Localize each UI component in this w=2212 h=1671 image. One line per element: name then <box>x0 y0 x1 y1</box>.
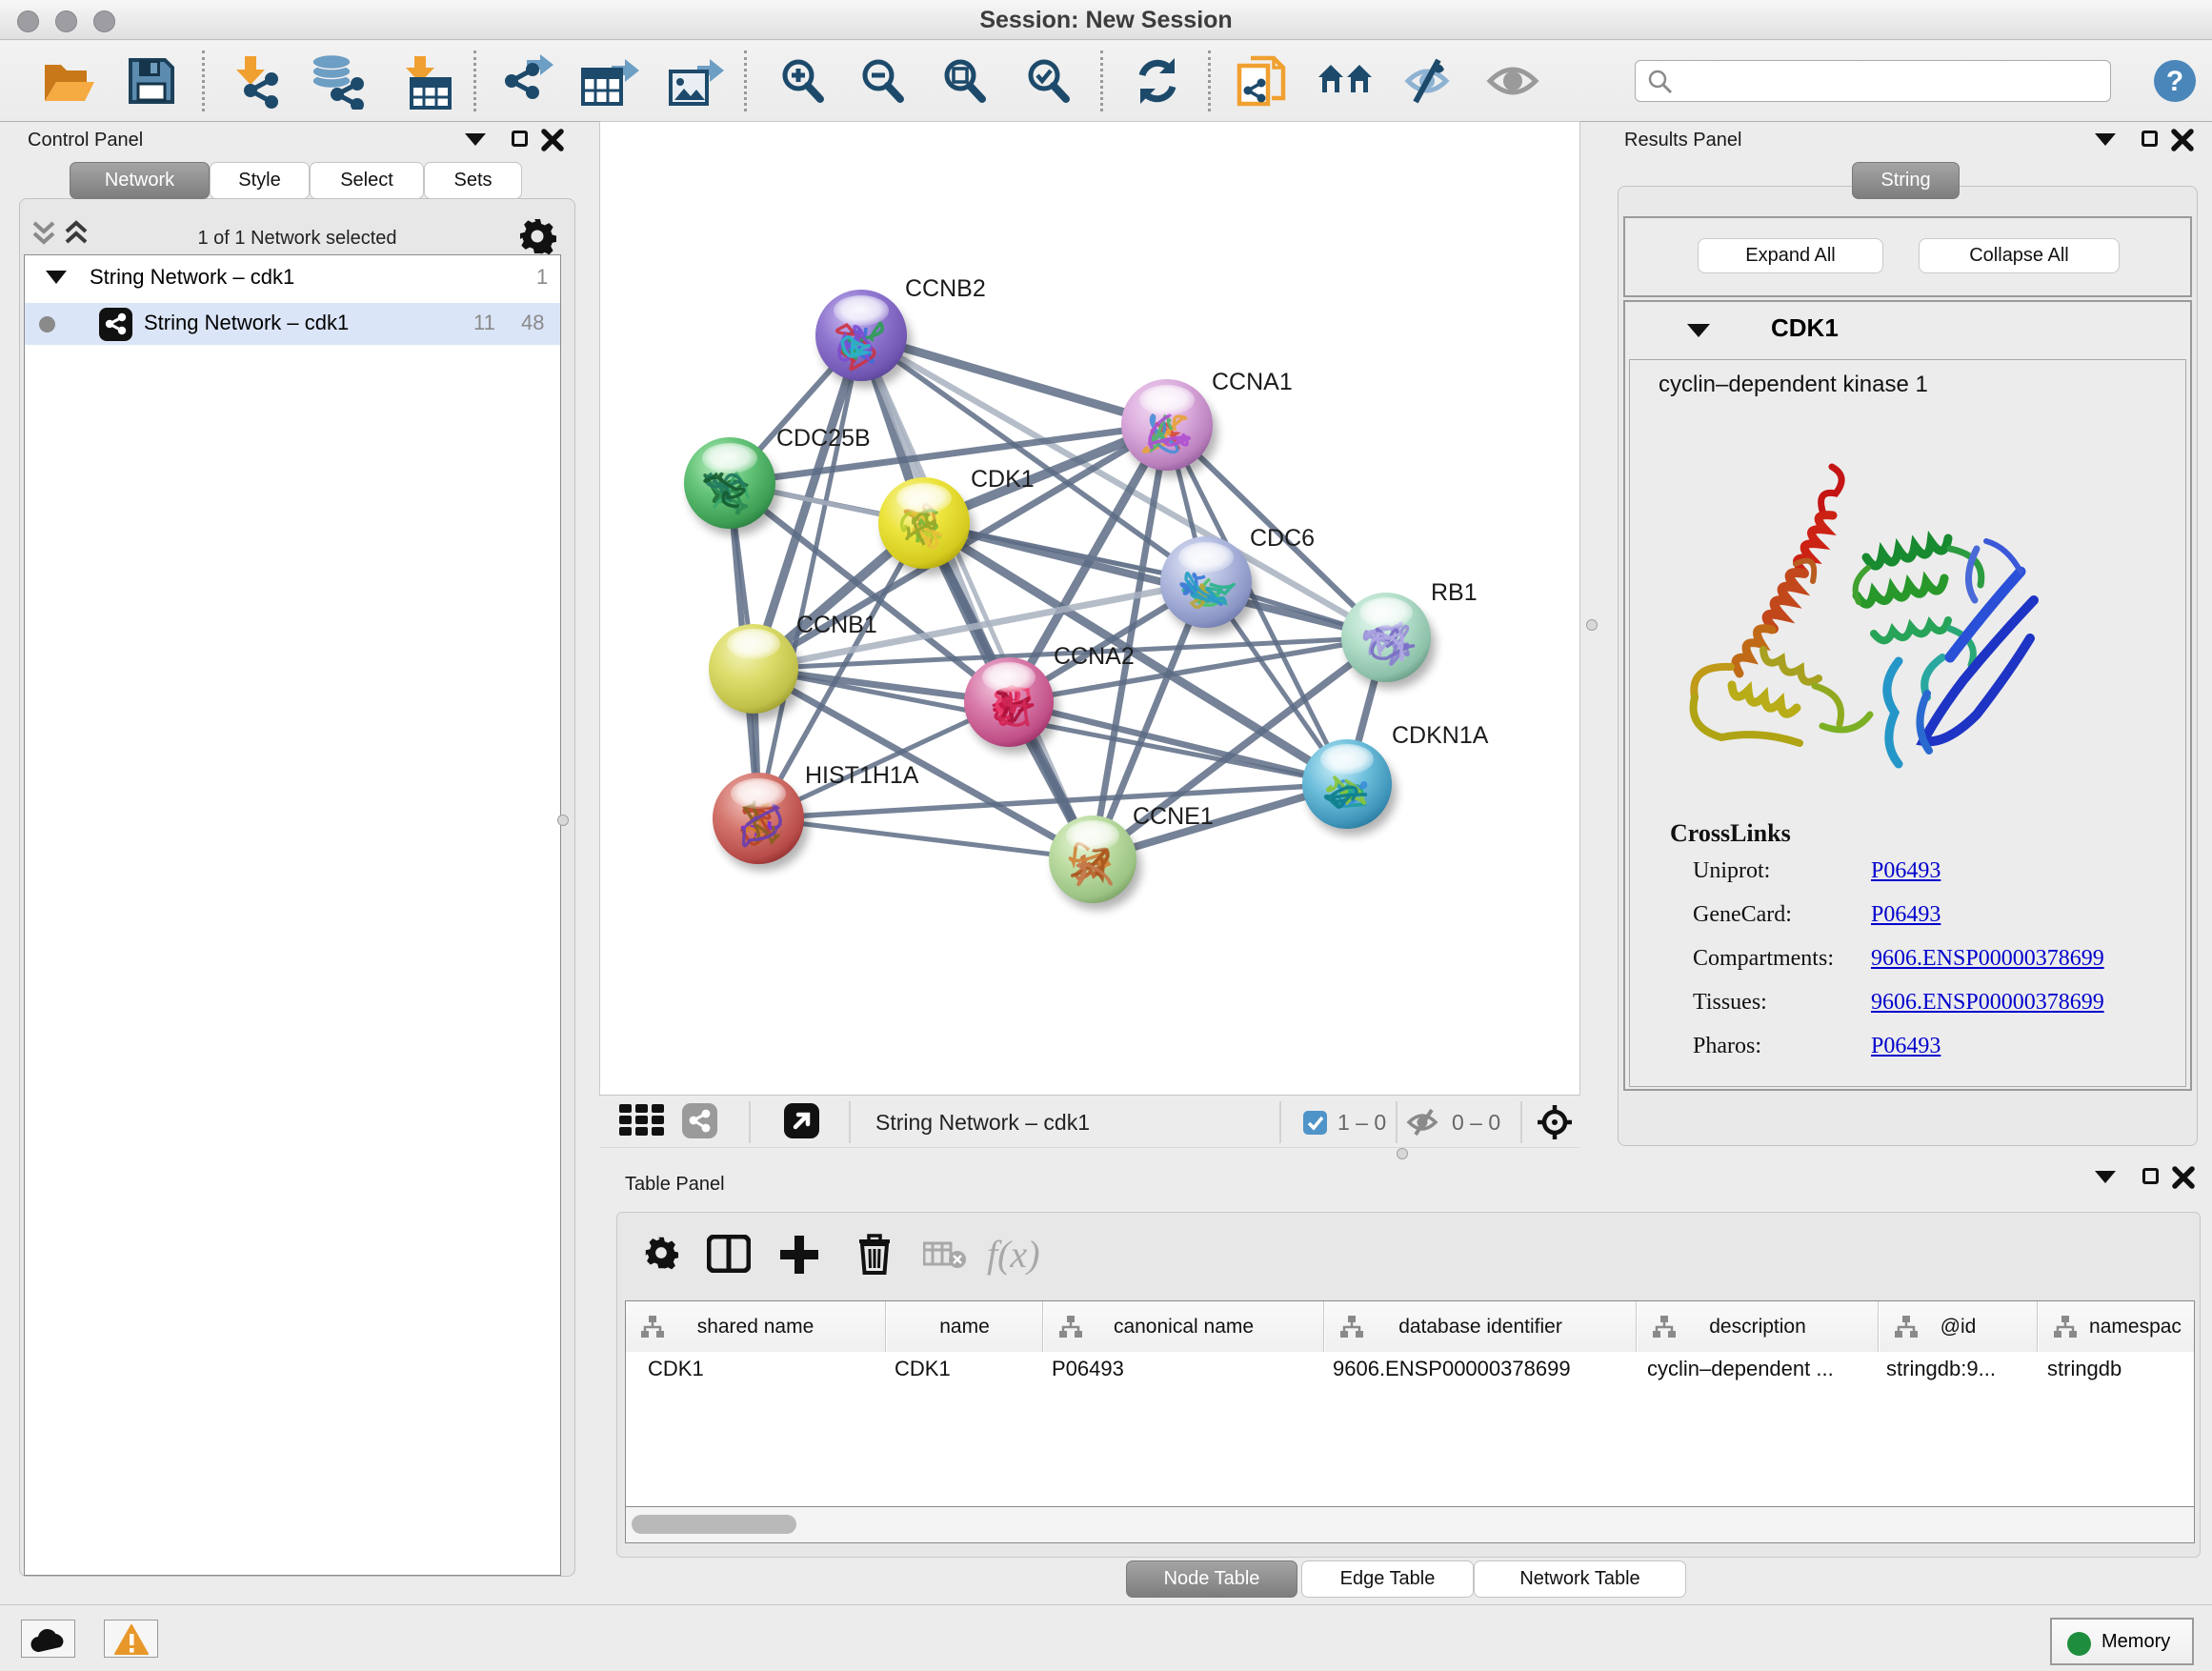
svg-text:CDC25B: CDC25B <box>776 425 871 452</box>
svg-text:CCNB2: CCNB2 <box>905 275 986 302</box>
svg-text:CDK1: CDK1 <box>971 466 1035 493</box>
svg-text:CCNA1: CCNA1 <box>1212 369 1293 395</box>
svg-text:CDKN1A: CDKN1A <box>1392 722 1489 749</box>
svg-text:?: ? <box>2166 66 2183 97</box>
svg-text:HIST1H1A: HIST1H1A <box>805 762 919 789</box>
svg-text:CCNA2: CCNA2 <box>1054 643 1135 670</box>
svg-text:RB1: RB1 <box>1431 579 1478 606</box>
svg-text:CCNE1: CCNE1 <box>1133 803 1214 830</box>
svg-text:CDC6: CDC6 <box>1250 525 1315 552</box>
svg-text:CCNB1: CCNB1 <box>796 612 877 638</box>
